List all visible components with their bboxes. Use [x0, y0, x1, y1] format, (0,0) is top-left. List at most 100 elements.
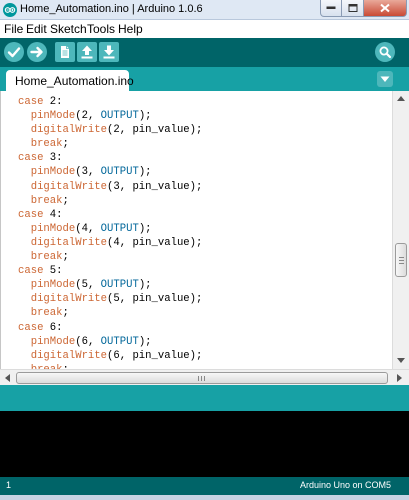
code-token: ;	[62, 138, 69, 151]
code-line: pinMode(2, OUTPUT);	[18, 109, 202, 123]
menu-edit[interactable]: Edit	[26, 22, 47, 36]
save-button[interactable]	[99, 42, 119, 62]
scroll-up-arrow-icon	[397, 96, 405, 101]
triangle-down-icon	[380, 76, 390, 82]
code-line: case 5:	[18, 264, 202, 278]
code-token: pinMode	[30, 110, 76, 123]
close-icon	[380, 3, 390, 13]
scroll-down-button[interactable]	[393, 353, 409, 369]
code-token: pinMode	[30, 222, 76, 235]
code-token: digitalWrite	[30, 293, 108, 306]
tab-home-automation[interactable]: Home_Automation.ino	[6, 70, 134, 91]
vertical-scrollbar[interactable]	[392, 91, 409, 369]
horizontal-scroll-thumb[interactable]	[16, 372, 388, 384]
window-title: Home_Automation.ino | Arduino 1.0.6	[20, 3, 203, 15]
code-token: case	[18, 321, 44, 334]
arduino-logo-icon	[3, 3, 17, 17]
message-area	[0, 385, 409, 411]
code-line: digitalWrite(2, pin_value);	[18, 123, 203, 137]
code-line: break;	[18, 306, 202, 320]
verify-checkmark-icon	[7, 47, 21, 58]
code-token: );	[138, 222, 152, 235]
board-port-info: Arduino Uno on COM5	[300, 480, 392, 490]
open-up-arrow-icon	[81, 45, 93, 59]
verify-button[interactable]	[4, 42, 24, 62]
save-down-arrow-icon	[103, 45, 115, 59]
toolbar	[0, 38, 409, 67]
menu-sketch[interactable]: Sketch	[50, 22, 87, 36]
code-line: digitalWrite(5, pin_value);	[18, 292, 203, 306]
code-line: digitalWrite(3, pin_value);	[18, 180, 203, 194]
menu-file[interactable]: File	[4, 22, 23, 36]
menu-help[interactable]: Help	[118, 22, 143, 36]
code-token: (2, pin_value);	[107, 124, 203, 137]
code-token: (4,	[75, 222, 101, 235]
code-token: case	[18, 208, 44, 221]
maximize-icon	[348, 4, 357, 12]
code-token: ;	[62, 251, 69, 264]
code-token: );	[138, 110, 152, 123]
code-line: pinMode(4, OUTPUT);	[18, 222, 202, 236]
code-token: case	[18, 265, 44, 278]
code-token: (5,	[75, 279, 101, 292]
open-button[interactable]	[77, 42, 97, 62]
line-number: 1	[6, 480, 12, 490]
code-token: 4:	[43, 208, 63, 221]
code-line: case 2:	[18, 95, 202, 109]
status-bar: 1 Arduino Uno on COM5	[0, 477, 409, 495]
code-line: pinMode(5, OUTPUT);	[18, 278, 202, 292]
close-button[interactable]	[364, 0, 407, 17]
tab-menu-button[interactable]	[377, 71, 393, 87]
code-token: digitalWrite	[30, 124, 108, 137]
scroll-left-button[interactable]	[0, 370, 16, 386]
code-token: (3, pin_value);	[107, 180, 203, 193]
code-token: );	[138, 335, 152, 348]
upload-button[interactable]	[27, 42, 47, 62]
tab-label: Home_Automation.ino	[15, 74, 134, 88]
code-token: OUTPUT	[100, 335, 139, 348]
code-line: case 6:	[18, 321, 202, 335]
scroll-right-button[interactable]	[392, 370, 408, 386]
code-token: ;	[62, 194, 69, 207]
tab-bar: Home_Automation.ino	[0, 67, 409, 91]
code-token: );	[138, 279, 152, 292]
code-token: break	[30, 138, 63, 151]
code-line: break;	[18, 250, 202, 264]
code-token: (5, pin_value);	[107, 293, 203, 306]
vertical-scroll-thumb[interactable]	[395, 243, 407, 277]
scroll-down-arrow-icon	[397, 358, 405, 363]
new-button[interactable]	[55, 42, 75, 62]
code-token: (6,	[75, 335, 101, 348]
code-editor[interactable]: case 2: pinMode(2, OUTPUT); digitalWrite…	[0, 91, 392, 369]
scroll-up-button[interactable]	[393, 91, 409, 107]
menu-tools[interactable]: Tools	[87, 22, 115, 36]
horizontal-scrollbar[interactable]	[0, 369, 409, 385]
code-line: pinMode(6, OUTPUT);	[18, 335, 202, 349]
code-token: pinMode	[30, 335, 76, 348]
menu-bar: File Edit Sketch Tools Help	[0, 20, 409, 38]
code-token: case	[18, 152, 44, 165]
minimize-button[interactable]	[320, 0, 342, 17]
code-token: pinMode	[30, 279, 76, 292]
code-token: (4, pin_value);	[107, 236, 203, 249]
code-line: break;	[18, 194, 202, 208]
scroll-right-arrow-icon	[397, 374, 402, 382]
serial-monitor-button[interactable]	[375, 42, 395, 62]
code-line: break;	[18, 137, 202, 151]
code-token: (6, pin_value);	[107, 349, 203, 362]
maximize-button[interactable]	[342, 0, 364, 17]
code-token: 6:	[43, 321, 63, 334]
console-output	[0, 411, 409, 477]
code-token: );	[138, 166, 152, 179]
code-token: digitalWrite	[30, 236, 108, 249]
